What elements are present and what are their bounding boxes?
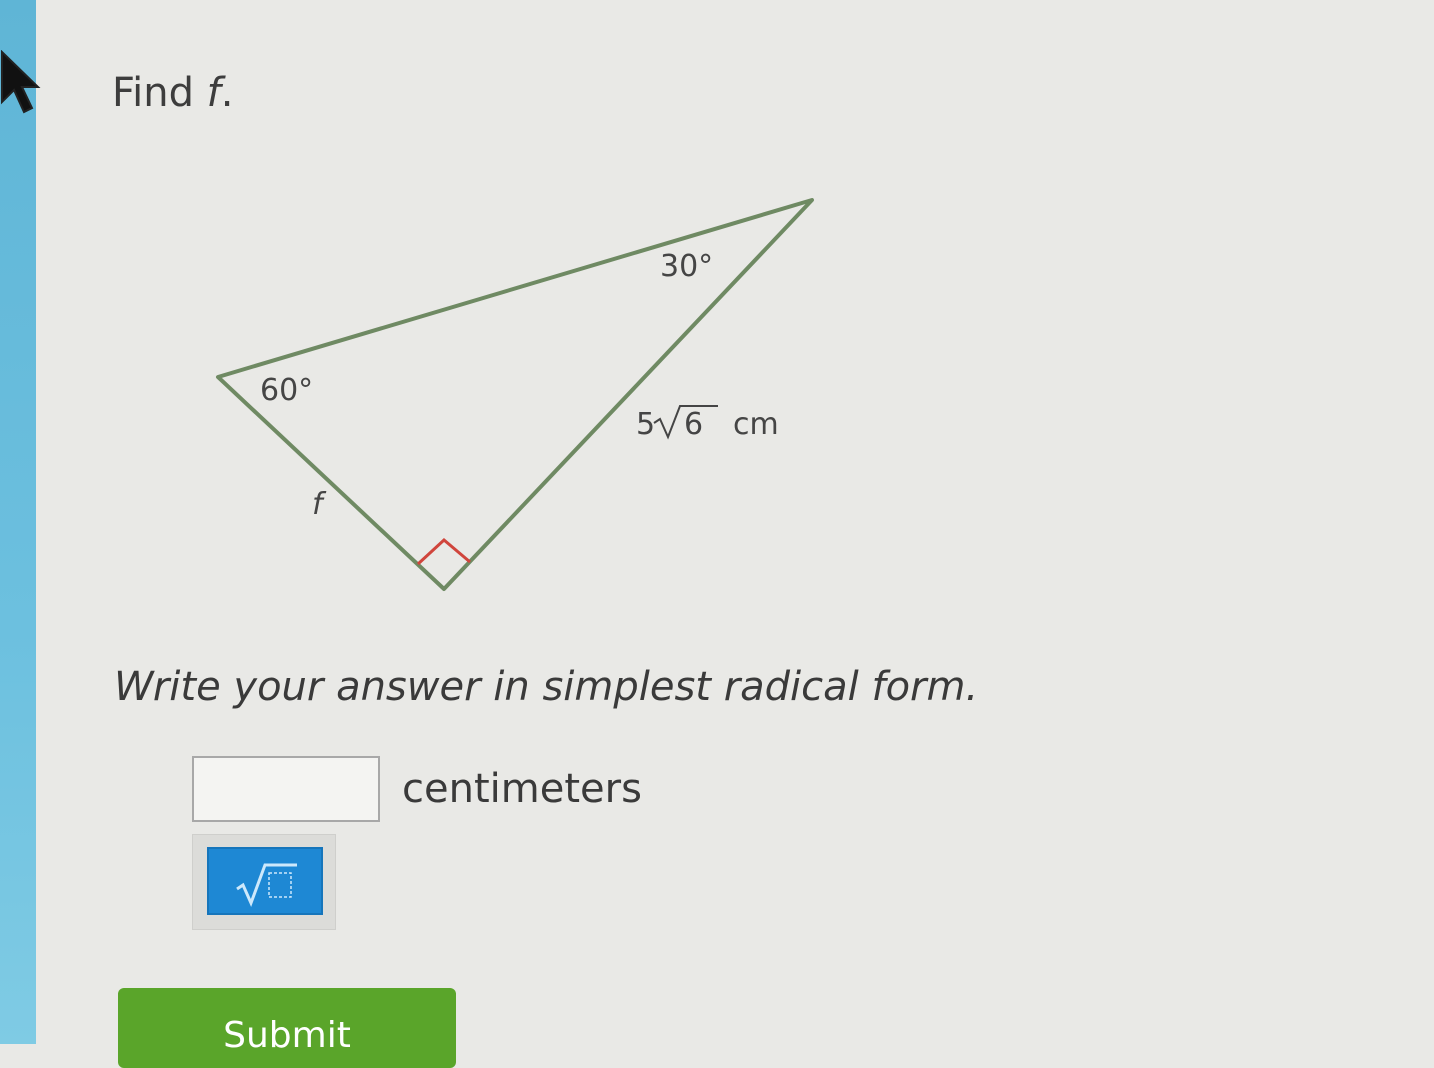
angle-label-top: 30° [660,249,713,284]
submit-button[interactable]: Submit [118,988,456,1068]
side-label-f: f [312,487,327,522]
sqrt-icon [236,863,297,907]
right-angle-marker [416,537,471,566]
sqrt-button[interactable] [207,847,323,915]
angle-label-left: 60° [260,373,313,408]
side-length-radicand: 6 [684,407,703,442]
instructions-text: Write your answer in simplest radical fo… [114,664,979,710]
math-input-toolbar [192,834,336,930]
side-length-coefficient: 5 [636,407,655,442]
triangle-diagram: 30° 60° f 5 6 cm [216,198,814,591]
answer-input[interactable] [192,756,380,822]
side-length-label: 5 6 cm [636,405,779,442]
side-length-unit: cm [733,407,779,442]
answer-unit-label: centimeters [402,766,642,812]
